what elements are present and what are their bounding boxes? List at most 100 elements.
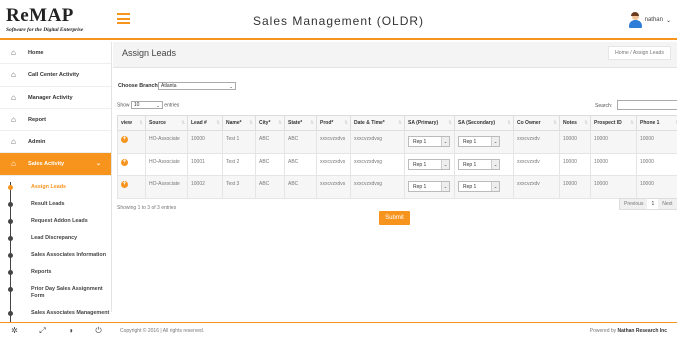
sort-icon: ⇅	[249, 120, 253, 125]
submenu-item-sales-associates-management[interactable]: Sales Associates Management	[0, 310, 111, 317]
home-icon: ⌂	[11, 48, 16, 57]
submenu-item-reports[interactable]: Reports	[0, 269, 111, 276]
sidebar-item-home[interactable]: ⌂ Home	[0, 42, 111, 65]
cell-city: ABC	[255, 175, 285, 199]
sa-primary-select[interactable]: Rep 1 ⌄	[408, 181, 450, 192]
sidebar-item-label: Manager Activity	[28, 94, 73, 101]
sa-secondary-select[interactable]: Rep 1 ⌄	[458, 136, 500, 147]
column-header[interactable]: State* ⇅	[284, 115, 317, 131]
sort-icon: ⇅	[278, 120, 282, 125]
powered-by-link[interactable]: Nathan Research Inc	[618, 328, 667, 334]
sort-icon: ⇅	[181, 120, 185, 125]
cell-lead-number: 10000	[187, 130, 223, 154]
top-bar: ReMAP Software for the Digital Enterpris…	[0, 0, 677, 40]
cell-notes: 10000	[559, 130, 591, 154]
pagination: Previous 1 Next	[619, 198, 677, 210]
column-header[interactable]: Lead # ⇅	[187, 115, 223, 131]
cell-prod: xxxcvzxdvs	[316, 130, 351, 154]
sidebar-item-sales-activity[interactable]: ⌂ Sales Activity ⌄	[0, 153, 111, 176]
page-title: Assign Leads	[122, 48, 177, 58]
search-label: Search:	[595, 103, 613, 109]
column-header[interactable]: SA (Primary) ⇅	[404, 115, 455, 131]
cell-lead-number: 10001	[187, 152, 223, 176]
submenu-item-result-leads[interactable]: Result Leads	[0, 201, 111, 208]
eye-slash-icon[interactable]: ◑	[66, 326, 75, 335]
breadcrumb[interactable]: Home / Assign Leads	[607, 46, 671, 60]
cell-source: HO-Associate	[145, 152, 188, 176]
copyright: Copyright © 2016 | All rights reserved.	[120, 328, 205, 334]
power-icon[interactable]: ⏻	[94, 326, 103, 335]
submenu-item-assign-leads[interactable]: Assign Leads	[0, 184, 111, 191]
cell-date-time: xxxcvzxdvsg	[350, 130, 405, 154]
column-header[interactable]: Phone 1⇅	[636, 115, 677, 131]
submenu-item-sales-associates-information[interactable]: Sales Associates Information	[0, 252, 111, 259]
cell-co-owner: xxxcvzxdv	[513, 175, 560, 199]
column-header[interactable]: Co Owner ⇅	[513, 115, 560, 131]
sa-primary-select[interactable]: Rep 1 ⌄	[408, 158, 450, 170]
cell-phone: 10000	[636, 130, 677, 154]
show-label: Show	[117, 102, 130, 109]
cell-prod: xxxcvzxdvs	[316, 152, 351, 176]
column-header[interactable]: Name* ⇅	[222, 115, 256, 131]
submenu-item-request-addon-leads[interactable]: Request Addon Leads	[0, 218, 111, 225]
chevron-down-icon: ⌄	[441, 137, 449, 146]
cell-co-owner: xxxcvzxdv	[513, 130, 560, 154]
sort-icon: ⇅	[139, 120, 143, 125]
sort-icon: ⇅	[398, 120, 402, 125]
fullscreen-icon[interactable]: ⤢	[38, 326, 47, 335]
cell-source: HO-Associate	[145, 175, 188, 199]
chevron-down-icon: ⌄	[491, 182, 499, 191]
leads-table: view ⇅ Source ⇅ Lead # ⇅ Name* ⇅ City* ⇅ Stat…	[117, 115, 677, 199]
entries-select[interactable]: 10 ⌄	[130, 101, 163, 109]
user-name: nathan	[644, 17, 663, 23]
cell-prospect-id: 10000	[590, 152, 637, 176]
entries-select-value: 10	[133, 102, 140, 108]
column-header[interactable]: Source ⇅	[145, 115, 188, 131]
column-header[interactable]: Date & Time* ⇅	[350, 115, 405, 131]
column-header[interactable]: view ⇅	[117, 115, 146, 131]
cell-phone: 10000	[636, 152, 677, 176]
column-header[interactable]: SA (Secondary) ⇅	[454, 115, 514, 131]
sidebar-item-label: Home	[28, 50, 44, 56]
user-menu[interactable]: nathan ⌄	[628, 10, 671, 30]
submenu-item-lead-discrepancy[interactable]: Lead Discrepancy	[0, 235, 111, 242]
sa-secondary-select[interactable]: Rep 1 ⌄	[458, 158, 500, 170]
sort-icon: ⇅	[553, 120, 557, 125]
cell-notes: 10000	[559, 152, 591, 176]
gear-icon[interactable]: ✲	[10, 326, 19, 335]
sidebar-item-manager-activity[interactable]: ⌂ Manager Activity	[0, 87, 111, 109]
next-page-button[interactable]: Next	[658, 199, 677, 209]
expand-row-icon[interactable]: +	[121, 181, 128, 188]
search-input[interactable]	[617, 100, 677, 110]
chevron-down-icon: ⌄	[491, 159, 499, 169]
submenu-item-label: Sales Associates Information	[31, 251, 106, 258]
cell-state: ABC	[284, 175, 317, 199]
cell-date-time: xxxcvzxdvsg	[350, 152, 405, 176]
sort-icon: ⇅	[216, 120, 220, 125]
sa-secondary-select[interactable]: Rep 1 ⌄	[458, 181, 500, 192]
cell-name: Test 2	[222, 152, 256, 176]
chevron-down-icon: ⌄	[95, 161, 101, 168]
previous-page-button[interactable]: Previous	[620, 199, 648, 209]
sa-primary-select[interactable]: Rep 1 ⌄	[408, 136, 450, 147]
expand-row-icon[interactable]: +	[121, 136, 128, 143]
column-header[interactable]: Prospect ID ⇅	[590, 115, 637, 131]
sidebar: ⌂ Home ⌂ Call Center Activity ⌂ Manager Act…	[0, 42, 112, 337]
sidebar-item-call-center-activity[interactable]: ⌂ Call Center Activity	[0, 64, 111, 87]
submenu-item-prior-day-sales-assignment-form[interactable]: Prior Day Sales Assignment Form	[0, 286, 111, 300]
column-header[interactable]: Prod* ⇅	[316, 115, 351, 131]
chevron-down-icon: ⌄	[156, 103, 160, 108]
column-header[interactable]: City* ⇅	[255, 115, 285, 131]
submenu-item-label: Assign Leads	[31, 183, 67, 190]
page-1-button[interactable]: 1	[647, 199, 659, 209]
column-header[interactable]: Notes ⇅	[559, 115, 591, 131]
sort-icon: ⇅	[507, 120, 511, 125]
app: ReMAP Software for the Digital Enterpris…	[0, 0, 677, 337]
sidebar-item-admin[interactable]: ⌂ Admin	[0, 131, 111, 154]
expand-row-icon[interactable]: +	[121, 158, 128, 166]
chevron-down-icon: ⌄	[441, 182, 449, 191]
submit-button[interactable]: Submit	[379, 211, 410, 225]
sidebar-item-report[interactable]: ⌂ Report	[0, 109, 111, 132]
branch-select[interactable]: Atlanta ⌄	[158, 82, 236, 90]
show-entries: Show 10 ⌄ entries	[117, 101, 179, 109]
